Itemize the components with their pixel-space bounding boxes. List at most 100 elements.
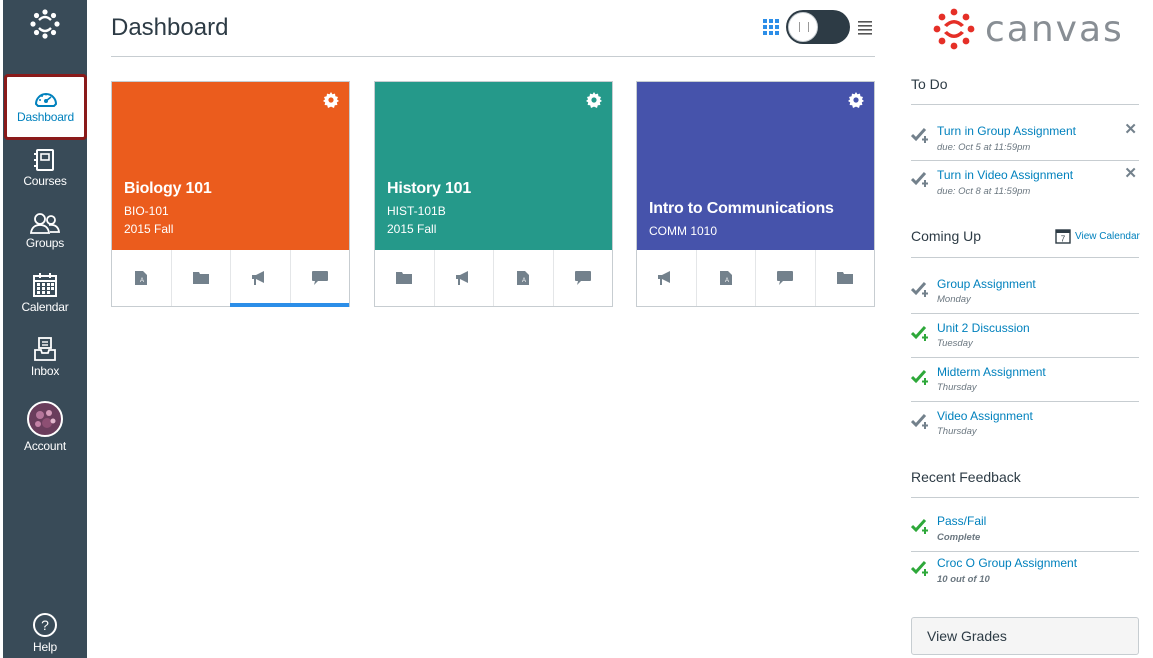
gear-icon[interactable] [323,92,339,108]
card-action-discussions[interactable] [554,250,613,306]
coming-up-item-when: Monday [937,294,971,305]
canvas-logo-icon[interactable] [26,5,64,43]
list-view-icon[interactable] [856,18,874,36]
feedback-item[interactable]: Croc O Group Assignment 10 out of 10 [911,549,1139,593]
course-card-actions: A [375,250,612,306]
page-title: Dashboard [111,14,229,41]
svg-text:?: ? [41,617,49,633]
feedback-item-detail: 10 out of 10 [937,574,990,585]
coming-up-item-title[interactable]: Midterm Assignment [937,365,1046,379]
coming-up-item-when: Tuesday [937,338,973,349]
discussions-icon [777,271,794,285]
card-view-icon[interactable] [762,18,780,36]
course-card[interactable]: Biology 101 BIO-101 2015 Fall A [111,81,350,307]
svg-text:A: A [522,278,526,284]
course-title[interactable]: History 101 [387,180,471,198]
assignment-check-icon [911,369,928,385]
feedback-item[interactable]: Pass/Fail Complete [911,507,1139,551]
todo-item[interactable]: Turn in Group Assignment due: Oct 5 at 1… [911,116,1139,160]
avatar [27,401,63,437]
coming-up-item-when: Thursday [937,382,977,393]
card-action-assignments[interactable]: A [112,250,172,306]
feedback-item-detail: Complete [937,532,981,543]
course-title[interactable]: Intro to Communications [649,200,834,218]
course-card-header[interactable]: Intro to Communications COMM 1010 [637,82,874,250]
coming-up-item[interactable]: Group Assignment Monday [911,270,1139,314]
nav-label-groups: Groups [25,236,65,250]
view-grades-button[interactable]: View Grades [911,617,1139,655]
course-title[interactable]: Biology 101 [124,180,212,198]
course-card-header[interactable]: Biology 101 BIO-101 2015 Fall [112,82,349,250]
nav-label-help: Help [33,640,57,654]
view-calendar-label[interactable]: View Calendar [1075,231,1140,242]
todo-item-due: due: Oct 8 at 11:59pm [937,186,1031,197]
todo-item-due: due: Oct 5 at 11:59pm [937,142,1031,153]
courses-icon [34,149,54,171]
svg-text:A: A [140,278,144,284]
coming-up-item[interactable]: Video Assignment Thursday [911,402,1139,446]
card-action-assignments[interactable]: A [494,250,554,306]
close-icon[interactable]: ✕ [1124,164,1137,182]
announcements-icon [658,271,671,285]
todo-item-title[interactable]: Turn in Group Assignment [937,124,1076,138]
nav-item-account[interactable]: Account [3,401,87,453]
coming-up-item[interactable]: Unit 2 Discussion Tuesday [911,314,1139,358]
nav-item-help[interactable]: ? Help [3,612,87,654]
card-action-files[interactable] [816,250,875,306]
card-action-announcements[interactable] [230,250,291,307]
course-code: HIST-101B [387,204,446,218]
toggle-knob[interactable] [788,12,818,42]
feedback-item-title[interactable]: Pass/Fail [937,514,986,528]
coming-up-item-title[interactable]: Video Assignment [937,409,1033,423]
svg-text:A: A [725,278,729,284]
todo-divider [911,104,1139,105]
gear-icon[interactable] [586,92,602,108]
assignment-check-icon [911,560,928,576]
course-card-header[interactable]: History 101 HIST-101B 2015 Fall [375,82,612,250]
assignment-check-icon [911,413,928,429]
feedback-item-title[interactable]: Croc O Group Assignment [937,556,1077,570]
todo-heading: To Do [911,76,948,92]
coming-up-item[interactable]: Midterm Assignment Thursday [911,358,1139,402]
nav-label-calendar: Calendar [21,300,69,314]
card-action-announcements[interactable] [435,250,494,306]
nav-label-inbox: Inbox [30,364,60,378]
card-action-announcements[interactable] [637,250,697,306]
todo-item-title[interactable]: Turn in Video Assignment [937,168,1073,182]
course-code: BIO-101 [124,204,169,218]
nav-item-courses[interactable]: Courses [3,148,87,188]
files-icon [396,272,413,284]
nav-item-dashboard[interactable]: Dashboard [4,74,87,140]
coming-up-item-title[interactable]: Unit 2 Discussion [937,321,1030,335]
feedback-divider [911,497,1139,498]
todo-item[interactable]: Turn in Video Assignment due: Oct 8 at 1… [911,160,1139,204]
close-icon[interactable]: ✕ [1124,120,1137,138]
assignments-icon: A [517,271,530,285]
assignment-check-icon [911,171,928,187]
view-calendar-link[interactable]: 7 View Calendar [1055,228,1140,244]
coming-up-heading: Coming Up [911,228,982,244]
course-card[interactable]: History 101 HIST-101B 2015 Fall A [374,81,613,307]
card-action-discussions[interactable] [289,250,350,307]
dashboard-view-toggle[interactable] [762,10,874,44]
coming-up-item-title[interactable]: Group Assignment [937,277,1036,291]
gear-icon[interactable] [848,92,864,108]
assignment-check-icon [911,281,928,297]
view-toggle-switch[interactable] [786,10,850,44]
nav-item-calendar[interactable]: Calendar [3,272,87,314]
nav-label-account: Account [24,439,66,453]
card-action-assignments[interactable]: A [697,250,756,306]
help-icon: ? [33,613,57,637]
card-action-files[interactable] [375,250,435,306]
calendar-icon [33,273,57,297]
card-action-discussions[interactable] [756,250,816,306]
coming-up-item-when: Thursday [937,426,977,437]
card-action-files[interactable] [172,250,231,306]
nav-item-inbox[interactable]: Inbox [3,336,87,378]
inbox-icon [34,337,56,361]
files-icon [836,272,853,284]
course-term: 2015 Fall [387,222,437,236]
header-divider [111,56,875,57]
nav-item-groups[interactable]: Groups [3,212,87,250]
course-card[interactable]: Intro to Communications COMM 1010 A [636,81,875,307]
